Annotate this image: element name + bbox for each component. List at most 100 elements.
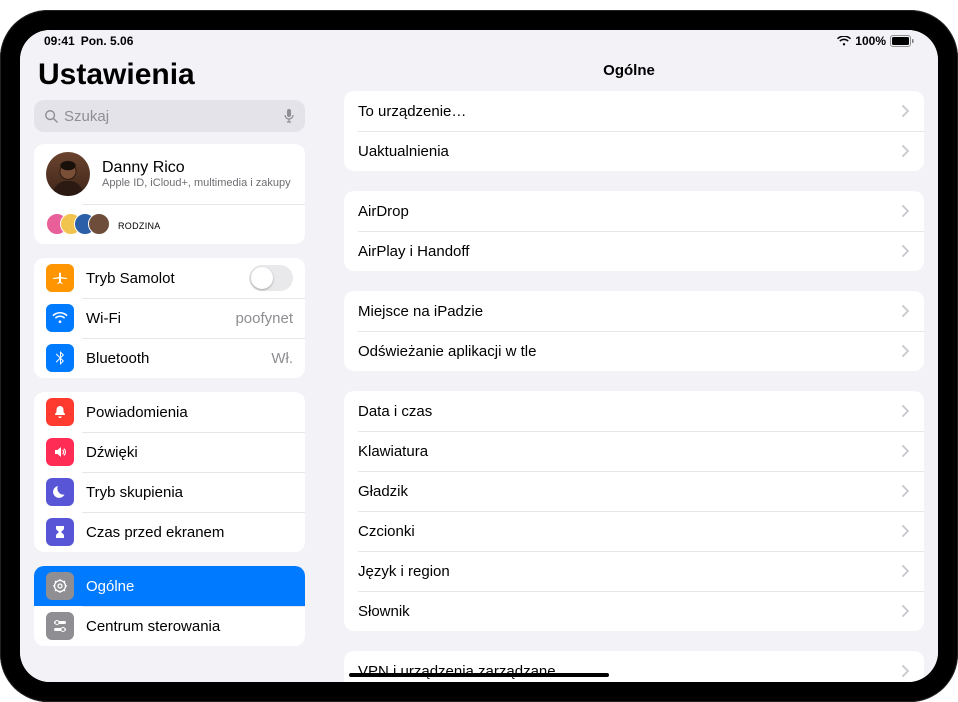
bluetooth-value: Wł. [271,350,293,367]
focus-row[interactable]: Tryb skupienia [34,472,305,512]
detail-row[interactable]: Data i czas [344,391,924,431]
detail-group: AirDrop AirPlay i Handoff [344,191,924,271]
sidebar-item-label: Wi-Fi [86,310,227,327]
moon-icon [46,478,74,506]
sidebar-title: Ustawienia [30,52,309,100]
sidebar-item-label: Bluetooth [86,350,263,367]
sidebar-item-label: Powiadomienia [86,404,293,421]
family-label: Rodzina [118,217,293,232]
airplane-row[interactable]: Tryb Samolot [34,258,305,298]
ipad-frame: 09:41 Pon. 5.06 100% Ustawienia [0,10,958,702]
home-indicator[interactable] [349,673,609,677]
airplane-icon [46,264,74,292]
wifi-row[interactable]: Wi-Fi poofynet [34,298,305,338]
airplane-switch[interactable] [249,265,293,291]
detail-row[interactable]: Język i region [344,551,924,591]
detail-row[interactable]: Miejsce na iPadzie [344,291,924,331]
detail-title: Ogólne [320,52,938,91]
general-row[interactable]: Ogólne [34,566,305,606]
account-subtitle: Apple ID, iCloud+, multimedia i zakupy [102,177,291,189]
control-center-row[interactable]: Centrum sterowania [34,606,305,646]
chevron-right-icon [902,405,910,417]
screentime-row[interactable]: Czas przed ekranem [34,512,305,552]
chevron-right-icon [902,305,910,317]
hourglass-icon [46,518,74,546]
detail-row[interactable]: AirDrop [344,191,924,231]
detail-row-label: Czcionki [358,523,902,540]
detail-row[interactable]: Klawiatura [344,431,924,471]
detail-row-label: Słownik [358,603,902,620]
detail-row-label: Miejsce na iPadzie [358,303,902,320]
apple-id-row[interactable]: Danny Rico Apple ID, iCloud+, multimedia… [34,144,305,204]
detail-row-label: To urządzenie… [358,103,902,120]
wifi-row-icon [46,304,74,332]
detail-row[interactable]: Odświeżanie aplikacji w tle [344,331,924,371]
detail-row-label: Gładzik [358,483,902,500]
sidebar-item-label: Czas przed ekranem [86,524,293,541]
detail-row[interactable]: VPN i urządzenia zarządzane [344,651,924,682]
status-battery: 100% [855,34,886,48]
detail-row-label: Uaktualnienia [358,143,902,160]
system-group: Ogólne Centrum sterowania [34,566,305,646]
chevron-right-icon [902,665,910,677]
detail-group: Data i czas Klawiatura Gładzik Czcionki Języ… [344,391,924,631]
status-date: Pon. 5.06 [81,34,134,48]
detail-row[interactable]: To urządzenie… [344,91,924,131]
chevron-right-icon [902,445,910,457]
account-name: Danny Rico [102,159,291,177]
chevron-right-icon [902,525,910,537]
battery-icon [890,35,914,47]
account-group: Danny Rico Apple ID, iCloud+, multimedia… [34,144,305,244]
gear-icon [46,572,74,600]
sidebar-item-label: Centrum sterowania [86,618,293,635]
chevron-right-icon [902,105,910,117]
mic-icon[interactable] [283,108,295,124]
screen: 09:41 Pon. 5.06 100% Ustawienia [20,30,938,682]
search-icon [44,109,58,123]
search-field[interactable] [34,100,305,132]
speaker-icon [46,438,74,466]
bell-icon [46,398,74,426]
wifi-value: poofynet [235,310,293,327]
detail-pane[interactable]: Ogólne To urządzenie… Uaktualnienia AirDro… [320,52,938,682]
detail-row-label: Data i czas [358,403,902,420]
chevron-right-icon [902,485,910,497]
bluetooth-row[interactable]: Bluetooth Wł. [34,338,305,378]
sidebar-item-label: Tryb skupienia [86,484,293,501]
detail-row[interactable]: Słownik [344,591,924,631]
chevron-right-icon [902,205,910,217]
wifi-icon [837,36,851,46]
sidebar-item-label: Ogólne [86,578,293,595]
avatar [46,152,90,196]
connectivity-group: Tryb Samolot Wi-Fi poofynet [34,258,305,378]
content-area: Ustawienia [20,52,938,682]
notifications-row[interactable]: Powiadomienia [34,392,305,432]
detail-row-label: Klawiatura [358,443,902,460]
detail-groups: To urządzenie… Uaktualnienia AirDrop AirPla… [320,91,938,682]
sidebar-item-label: Dźwięki [86,444,293,461]
detail-row-label: AirDrop [358,203,902,220]
chevron-right-icon [902,565,910,577]
chevron-right-icon [902,245,910,257]
sidebar-item-label: Tryb Samolot [86,270,249,287]
detail-row[interactable]: Uaktualnienia [344,131,924,171]
detail-row[interactable]: Czcionki [344,511,924,551]
search-input[interactable] [64,108,283,125]
detail-group: VPN i urządzenia zarządzane [344,651,924,682]
bluetooth-icon [46,344,74,372]
sidebar[interactable]: Ustawienia [20,52,320,682]
sounds-row[interactable]: Dźwięki [34,432,305,472]
status-time: 09:41 [44,34,75,48]
notifications-group: Powiadomienia Dźwięki Tryb skupienia [34,392,305,552]
detail-row-label: Odświeżanie aplikacji w tle [358,343,902,360]
family-row[interactable]: Rodzina [34,204,305,244]
detail-group: To urządzenie… Uaktualnienia [344,91,924,171]
detail-row-label: AirPlay i Handoff [358,243,902,260]
detail-row[interactable]: AirPlay i Handoff [344,231,924,271]
sliders-icon [46,612,74,640]
detail-row[interactable]: Gładzik [344,471,924,511]
detail-group: Miejsce na iPadzie Odświeżanie aplikacji … [344,291,924,371]
chevron-right-icon [902,145,910,157]
chevron-right-icon [902,345,910,357]
status-bar: 09:41 Pon. 5.06 100% [20,30,938,52]
